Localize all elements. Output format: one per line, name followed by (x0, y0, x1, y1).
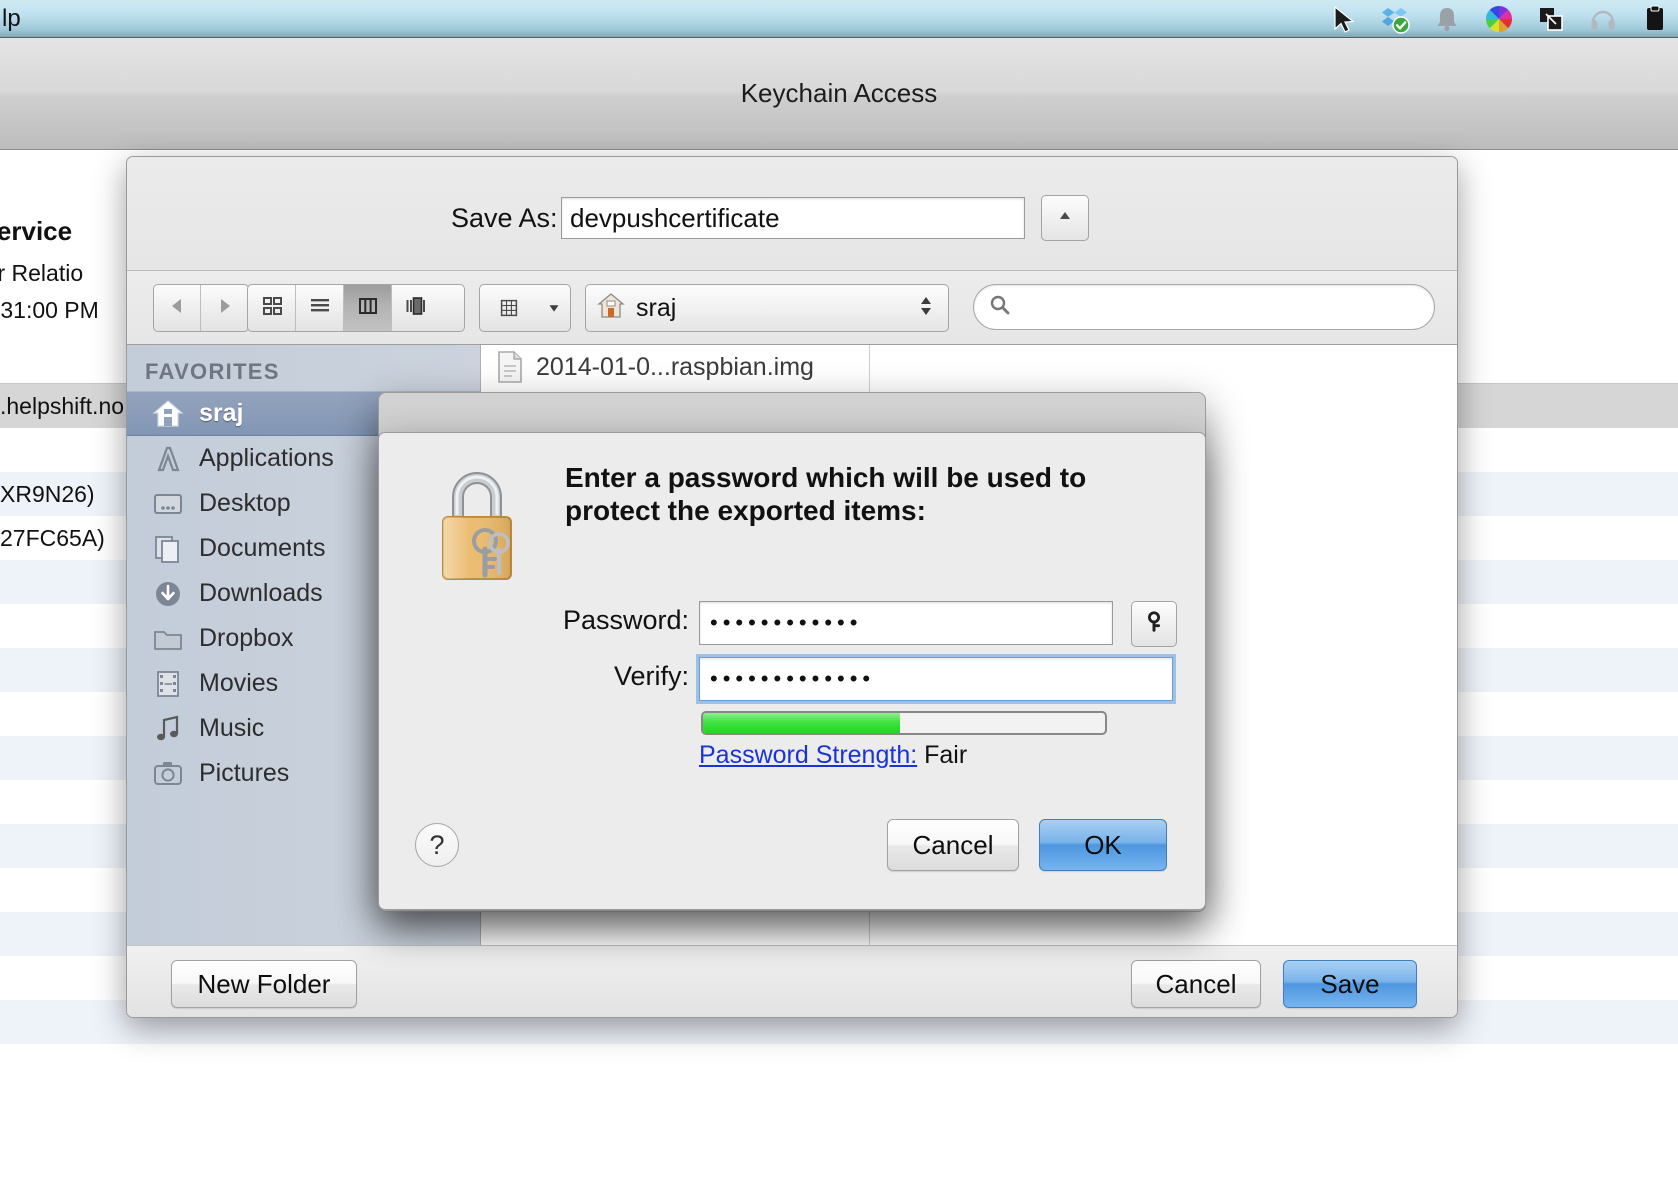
pictures-icon (151, 758, 185, 790)
cursor-icon[interactable] (1328, 4, 1358, 34)
home-icon (596, 291, 626, 326)
menu-bar: lp (0, 0, 1678, 38)
chevron-down-icon (538, 285, 570, 331)
view-mode-buttons (247, 284, 465, 332)
forward-button[interactable] (201, 285, 248, 331)
window-overlap-icon[interactable] (1536, 4, 1566, 34)
music-icon (151, 713, 185, 745)
path-popup-label: sraj (636, 293, 677, 322)
arrange-by-icon (480, 285, 538, 331)
downloads-icon (151, 578, 185, 610)
help-button[interactable]: ? (415, 823, 459, 867)
password-strength-bar (701, 711, 1107, 735)
sidebar-item-label: Music (199, 714, 265, 742)
password-field[interactable]: •••••••••••• (699, 601, 1113, 645)
new-folder-button[interactable]: New Folder (171, 960, 357, 1008)
view-icon-button[interactable] (248, 285, 296, 331)
verify-label: Verify: (613, 661, 689, 691)
detail-line-service: sh Service (0, 216, 73, 246)
back-button[interactable] (154, 285, 202, 331)
sidebar-item-label: Applications (199, 444, 334, 472)
sidebar-item-label: sraj (199, 399, 244, 427)
sidebar-item-label: Desktop (199, 489, 291, 517)
movies-icon (151, 668, 185, 700)
save-as-input[interactable]: devpushcertificate (561, 197, 1025, 239)
view-column-button[interactable] (344, 285, 392, 331)
keychain-titlebar[interactable]: Keychain Access (0, 38, 1678, 150)
list-item-label: 2014-01-0...raspbian.img (536, 352, 814, 381)
expand-disclosure-button[interactable] (1041, 195, 1089, 241)
key-icon (1142, 610, 1166, 639)
back-arrow-icon (165, 294, 189, 323)
navigation-buttons (153, 284, 249, 332)
path-popup-button[interactable]: sraj (585, 284, 949, 332)
dropbox-icon[interactable] (1380, 4, 1410, 34)
password-assistant-button[interactable] (1131, 601, 1177, 647)
password-strength-link[interactable]: Password Strength: (699, 741, 917, 769)
detail-line-authority: loper Relatio (0, 260, 84, 286)
sidebar-heading-favorites: FAVORITES (145, 359, 280, 384)
search-icon (988, 293, 1012, 322)
lock-with-keys-icon (429, 461, 525, 585)
folder-icon (151, 623, 185, 655)
verify-field[interactable]: ••••••••••••• (699, 657, 1173, 701)
list-item[interactable]: 2014-01-0...raspbian.img (482, 345, 869, 389)
menu-bar-text[interactable]: lp (2, 5, 21, 33)
updown-stepper-icon (918, 291, 934, 326)
column-view-icon (355, 293, 381, 324)
view-coverflow-button[interactable] (392, 285, 440, 331)
documents-icon (151, 533, 185, 565)
headphones-icon (1588, 4, 1618, 34)
sidebar-item-label: Pictures (199, 759, 290, 787)
arrange-by-button[interactable] (479, 284, 571, 332)
ok-button[interactable]: OK (1039, 819, 1167, 871)
window-title: Keychain Access (740, 78, 938, 108)
menu-bar-status-icons (1328, 0, 1674, 37)
cancel-button[interactable]: Cancel (1131, 960, 1261, 1008)
document-icon (496, 350, 524, 384)
password-strength-caption: Password Strength: Fair (699, 741, 967, 770)
clipboard-icon[interactable] (1640, 4, 1670, 34)
save-button[interactable]: Save (1283, 960, 1417, 1008)
password-strength-value: Fair (924, 741, 968, 769)
sidebar-item-label: Downloads (199, 579, 323, 607)
sidebar-item-label: Documents (199, 534, 326, 562)
cancel-button[interactable]: Cancel (887, 819, 1019, 871)
sidebar-item-label: Dropbox (199, 624, 294, 652)
triangle-up-icon (1055, 206, 1075, 231)
coverflow-view-icon (403, 293, 429, 324)
dialog-heading: Enter a password which will be used to p… (565, 462, 1087, 527)
applications-icon (151, 443, 185, 475)
save-dialog-header: Save As: devpushcertificate (127, 157, 1457, 271)
icon-view-icon (259, 293, 285, 324)
save-as-label: Save As: (451, 203, 558, 233)
color-wheel-icon[interactable] (1484, 4, 1514, 34)
file-browser-toolbar: sraj (127, 272, 1457, 345)
bell-icon[interactable] (1432, 4, 1462, 34)
password-label: Password: (562, 605, 689, 635)
search-field[interactable] (973, 284, 1435, 330)
save-dialog-footer: New Folder Cancel Save (127, 945, 1457, 1017)
sidebar-item-label: Movies (199, 669, 279, 697)
password-strength-fill (703, 713, 900, 733)
detail-line-date: 5 2:31:00 PM (0, 297, 99, 323)
list-view-icon (307, 293, 333, 324)
forward-arrow-icon (213, 294, 237, 323)
home-icon (151, 398, 185, 430)
password-dialog: Enter a password which will be used to p… (378, 432, 1206, 910)
desktop-icon (151, 488, 185, 520)
view-list-button[interactable] (296, 285, 344, 331)
